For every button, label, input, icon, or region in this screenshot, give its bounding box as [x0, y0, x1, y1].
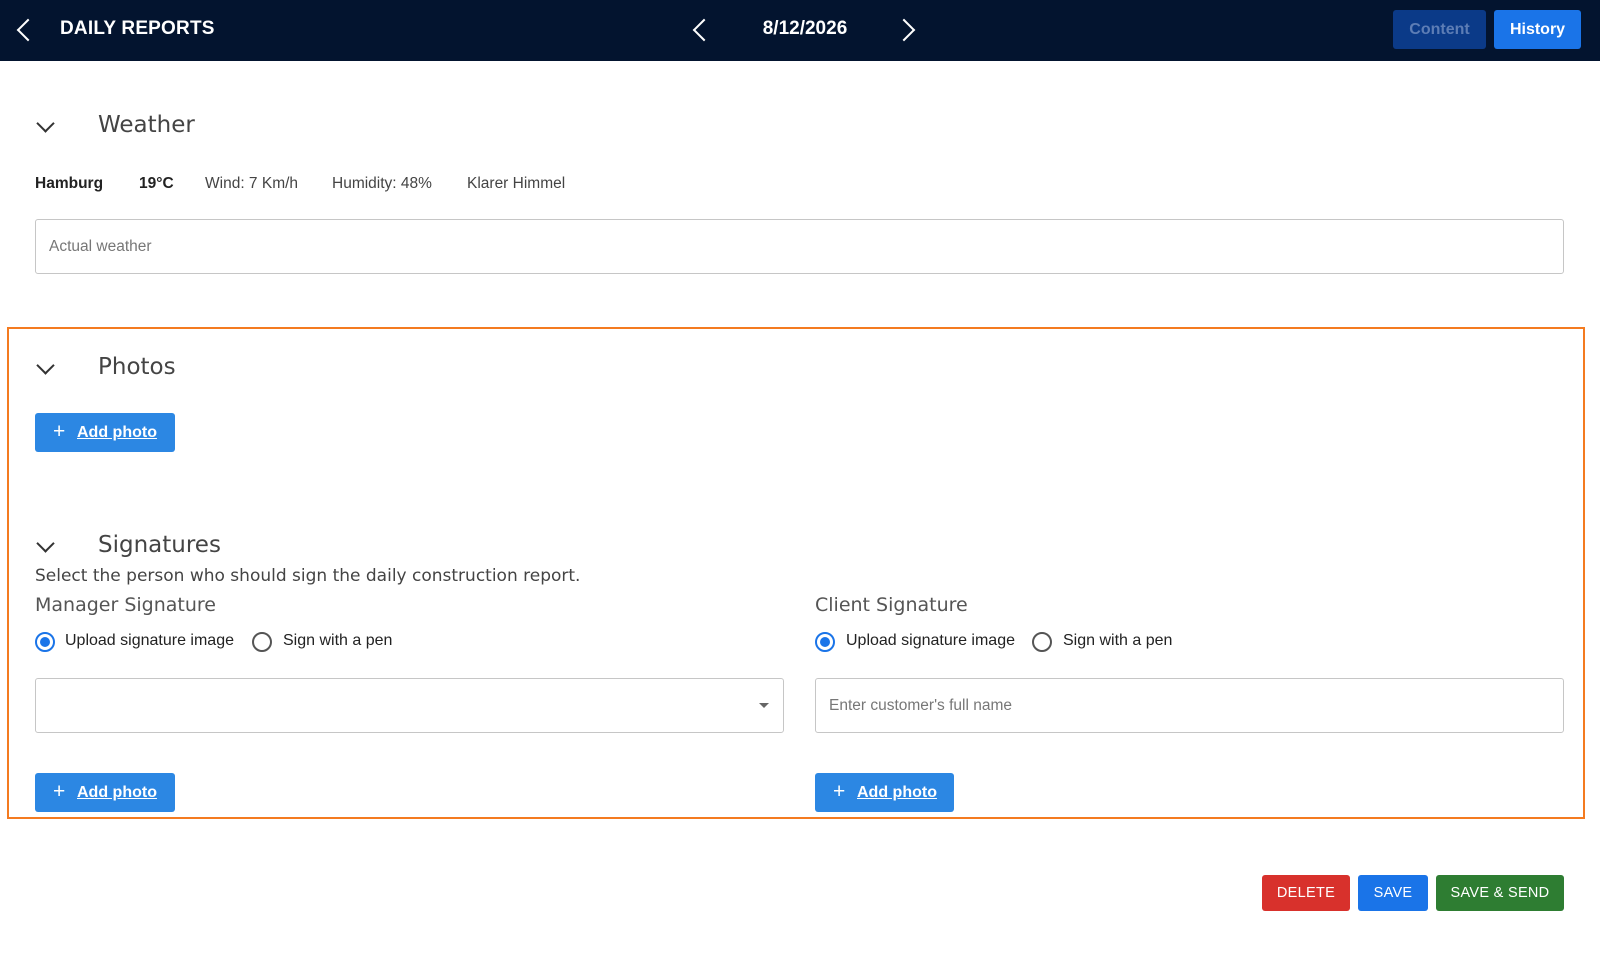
manager-upload-radio[interactable] — [35, 632, 55, 652]
tab-history[interactable]: History — [1494, 10, 1581, 49]
chevron-right-icon — [892, 18, 916, 42]
signatures-description: Select the person who should sign the da… — [35, 566, 581, 586]
next-date-button[interactable] — [892, 14, 924, 46]
photos-section-title: Photos — [98, 354, 176, 380]
plus-icon: + — [53, 420, 66, 443]
back-button[interactable] — [10, 14, 42, 46]
customer-name-input[interactable] — [815, 678, 1564, 733]
signatures-collapse-toggle[interactable] — [35, 534, 63, 557]
tab-content[interactable]: Content — [1393, 10, 1486, 49]
add-photo-button[interactable]: + Add photo — [35, 413, 175, 452]
chevron-left-icon — [16, 18, 40, 42]
client-pen-radio[interactable] — [1032, 632, 1052, 652]
add-photo-label: Add photo — [857, 784, 937, 801]
manager-pen-radio[interactable] — [252, 632, 272, 652]
client-upload-label: Upload signature image — [846, 632, 1015, 649]
plus-icon: + — [833, 780, 846, 803]
weather-city: Hamburg — [35, 175, 104, 192]
chevron-left-icon — [692, 18, 716, 42]
save-and-send-button[interactable]: SAVE & SEND — [1436, 875, 1564, 911]
client-upload-radio[interactable] — [815, 632, 835, 652]
client-signature-title: Client Signature — [815, 594, 968, 616]
chevron-down-icon — [36, 114, 55, 133]
weather-humidity: Humidity: 48% — [332, 175, 432, 192]
previous-date-button[interactable] — [688, 14, 720, 46]
save-button[interactable]: SAVE — [1358, 875, 1428, 911]
manager-select[interactable] — [35, 678, 784, 733]
client-add-photo-button[interactable]: + Add photo — [815, 773, 954, 812]
actual-weather-input[interactable] — [35, 219, 1564, 274]
weather-wind: Wind: 7 Km/h — [205, 175, 299, 192]
chevron-down-icon — [36, 534, 55, 553]
add-photo-label: Add photo — [77, 784, 157, 801]
top-bar: DAILY REPORTS 8/12/2026 Content History — [0, 0, 1600, 61]
weather-section-title: Weather — [98, 112, 195, 138]
caret-down-icon — [759, 703, 769, 708]
signatures-section-title: Signatures — [98, 532, 221, 558]
date-label: 8/12/2026 — [762, 18, 848, 39]
delete-button[interactable]: DELETE — [1262, 875, 1350, 911]
weather-condition: Klarer Himmel — [467, 175, 566, 192]
chevron-down-icon — [36, 356, 55, 375]
manager-add-photo-button[interactable]: + Add photo — [35, 773, 175, 812]
manager-upload-label: Upload signature image — [65, 632, 234, 649]
photos-collapse-toggle[interactable] — [35, 356, 63, 379]
manager-pen-label: Sign with a pen — [283, 632, 393, 649]
page-title: DAILY REPORTS — [60, 18, 215, 39]
client-pen-label: Sign with a pen — [1063, 632, 1173, 649]
add-photo-label: Add photo — [77, 424, 157, 441]
weather-collapse-toggle[interactable] — [35, 114, 63, 137]
weather-temperature: 19°C — [139, 175, 174, 192]
plus-icon: + — [53, 780, 66, 803]
manager-signature-title: Manager Signature — [35, 594, 216, 616]
